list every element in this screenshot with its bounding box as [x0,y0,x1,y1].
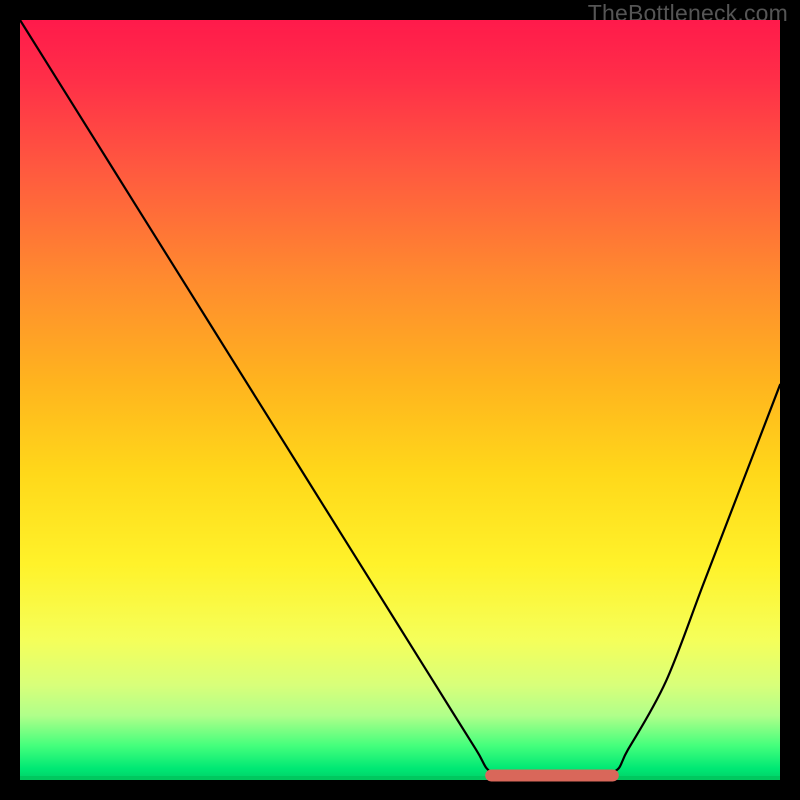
bottleneck-curve-path [20,20,780,781]
plot-area [20,20,780,780]
chart-frame: TheBottleneck.com [0,0,800,800]
curve-svg [20,20,780,780]
